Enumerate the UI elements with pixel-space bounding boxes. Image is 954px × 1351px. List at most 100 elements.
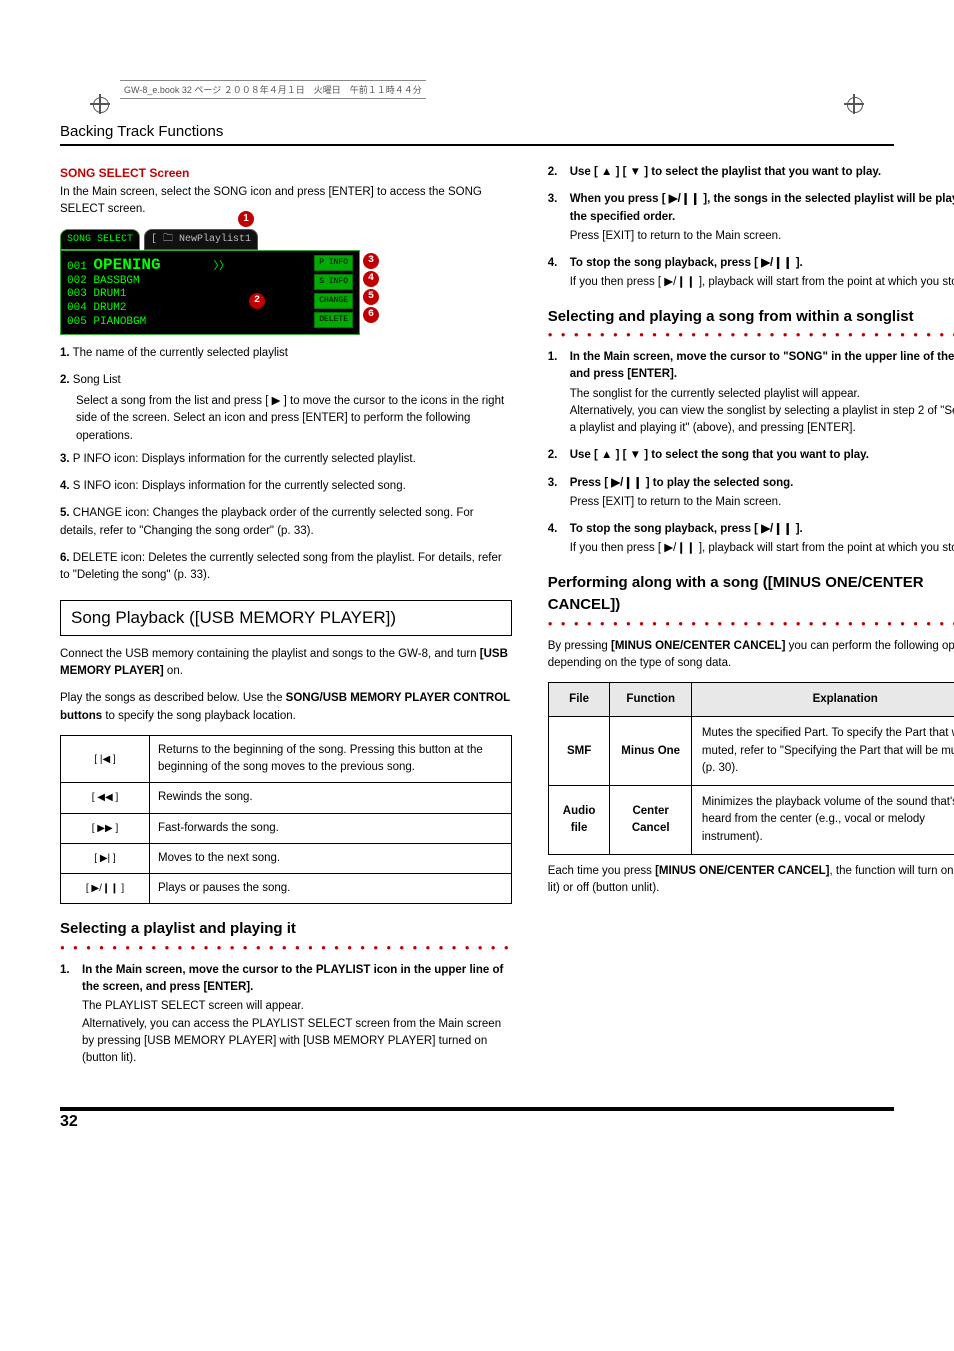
footer-rule [60, 1107, 894, 1111]
ss-side-delete: DELETE [314, 312, 353, 328]
table-row: [ ▶| ] Moves to the next song. [61, 843, 512, 873]
legend-text: S INFO icon: Displays information for th… [73, 480, 406, 492]
table-row: [ ◀◀ ] Rewinds the song. [61, 783, 512, 813]
playback-button-table: [ |◀ ] Returns to the beginning of the s… [60, 735, 512, 905]
button-icon-ff: [ ▶▶ ] [61, 813, 150, 843]
table-header-row: File Function Explanation [548, 683, 954, 717]
legend-num: 1. [60, 347, 70, 359]
ss-row-name: DRUM2 [93, 302, 126, 314]
ss-row-name: OPENING [93, 256, 160, 274]
step-detail: If you then press [ ▶/❙❙ ], playback wil… [570, 274, 954, 291]
legend-text: CHANGE icon: Changes the playback order … [60, 507, 474, 536]
step-lead: In the Main screen, move the cursor to t… [82, 964, 503, 993]
callout-2: 2 [249, 293, 265, 309]
select-playlist-title: Selecting a playlist and playing it [60, 918, 512, 941]
select-song-steps: 1. In the Main screen, move the cursor t… [548, 349, 954, 558]
song-select-intro: In the Main screen, select the SONG icon… [60, 184, 512, 219]
button-icon-next: [ ▶| ] [61, 843, 150, 873]
playback-para1: Connect the USB memory containing the pl… [60, 646, 512, 681]
table-row: SMF Minus One Mutes the specified Part. … [548, 717, 954, 786]
ss-side-pinfo: P INFO [314, 255, 353, 271]
td-file: Audio file [548, 786, 610, 855]
perform-intro: By pressing [MINUS ONE/CENTER CANCEL] yo… [548, 638, 954, 673]
song-select-screenshot: 1 SONG SELECT [ 🗀 NewPlaylist1 001 OPENI… [60, 229, 360, 335]
select-song-title: Selecting and playing a song from within… [548, 306, 954, 329]
step-num: 2. [548, 164, 570, 181]
ss-row-num: 004 [67, 302, 87, 314]
ss-tab-playlist: [ 🗀 NewPlaylist1 [144, 229, 258, 250]
td-func: Center Cancel [610, 786, 691, 855]
th-file: File [548, 683, 610, 717]
step-lead: To stop the song playback, press [ ▶/❙❙ … [570, 523, 803, 535]
button-icon-prev: [ |◀ ] [61, 735, 150, 783]
step-lead: Press [ ▶/❙❙ ] to play the selected song… [570, 477, 794, 489]
dot-rule: ● ● ● ● ● ● ● ● ● ● ● ● ● ● ● ● ● ● ● ● … [548, 329, 954, 341]
step: 4. To stop the song playback, press [ ▶/… [548, 255, 954, 292]
step-lead: In the Main screen, move the cursor to "… [570, 351, 954, 380]
td-expl: Mutes the specified Part. To specify the… [691, 717, 954, 786]
callout-6: 6 [363, 307, 379, 323]
table-row: [ |◀ ] Returns to the beginning of the s… [61, 735, 512, 783]
step-detail: If you then press [ ▶/❙❙ ], playback wil… [570, 540, 954, 557]
step-num: 3. [548, 475, 570, 512]
step-lead: Use [ ▲ ] [ ▼ ] to select the playlist t… [570, 166, 881, 178]
td-func: Minus One [610, 717, 691, 786]
legend-num: 2. [60, 374, 70, 386]
ss-row-num: 003 [67, 288, 87, 300]
legend-text: Song List [73, 374, 121, 386]
page-number: 32 [60, 1113, 100, 1131]
step-num: 1. [60, 962, 82, 1068]
ss-song-list: 001 OPENING 〉〉 002 BASSBGM 003 DRUM1 004… [67, 255, 230, 330]
right-column: 2. Use [ ▲ ] [ ▼ ] to select the playlis… [548, 164, 954, 1077]
select-playlist-steps: 1. In the Main screen, move the cursor t… [60, 962, 512, 1068]
step-num: 4. [548, 521, 570, 558]
playback-title: Song Playback ([USB MEMORY PLAYER]) [60, 600, 512, 636]
dot-rule: ● ● ● ● ● ● ● ● ● ● ● ● ● ● ● ● ● ● ● ● … [60, 942, 512, 954]
step: 3. When you press [ ▶/❙❙ ], the songs in… [548, 191, 954, 245]
callout-4: 4 [363, 271, 379, 287]
ss-row-name: BASSBGM [93, 275, 139, 287]
button-icon-rewind: [ ◀◀ ] [61, 783, 150, 813]
left-column: SONG SELECT Screen In the Main screen, s… [60, 164, 512, 1077]
callout-1: 1 [238, 211, 254, 227]
th-explanation: Explanation [691, 683, 954, 717]
step: 1. In the Main screen, move the cursor t… [60, 962, 512, 1068]
header-meta: GW-8_e.book 32 ページ ２００８年４月１日 火曜日 午前１１時４４… [120, 80, 426, 99]
legend-num: 4. [60, 480, 70, 492]
button-desc: Rewinds the song. [150, 783, 512, 813]
legend-text: DELETE icon: Deletes the currently selec… [60, 552, 502, 581]
legend-num: 3. [60, 453, 70, 465]
step-num: 3. [548, 191, 570, 245]
button-desc: Plays or pauses the song. [150, 874, 512, 904]
ss-row-num: 002 [67, 275, 87, 287]
crop-target-right [844, 94, 864, 114]
step-num: 4. [548, 255, 570, 292]
legend-num: 6. [60, 552, 70, 564]
ss-side-sinfo: S INFO [314, 274, 353, 290]
ss-tab-song-select: SONG SELECT [60, 229, 140, 250]
ss-row-name: PIANOBGM [93, 316, 146, 328]
step-detail: The songlist for the currently selected … [570, 386, 954, 438]
table-row: [ ▶▶ ] Fast-forwards the song. [61, 813, 512, 843]
step: 3. Press [ ▶/❙❙ ] to play the selected s… [548, 475, 954, 512]
crop-target-left [90, 94, 110, 114]
table-row: Audio file Center Cancel Minimizes the p… [548, 786, 954, 855]
step: 4. To stop the song playback, press [ ▶/… [548, 521, 954, 558]
step-lead: When you press [ ▶/❙❙ ], the songs in th… [570, 193, 954, 222]
perform-table: File Function Explanation SMF Minus One … [548, 682, 954, 855]
perform-outro: Each time you press [MINUS ONE/CENTER CA… [548, 863, 954, 898]
legend-list: 1. The name of the currently selected pl… [60, 345, 512, 585]
perform-title: Performing along with a song ([MINUS ONE… [548, 572, 954, 617]
step-lead: Use [ ▲ ] [ ▼ ] to select the song that … [570, 449, 869, 461]
legend-sub: Select a song from the list and press [ … [76, 393, 512, 445]
button-desc: Returns to the beginning of the song. Pr… [150, 735, 512, 783]
table-row: [ ▶/❙❙ ] Plays or pauses the song. [61, 874, 512, 904]
step: 2. Use [ ▲ ] [ ▼ ] to select the playlis… [548, 164, 954, 181]
legend-text: P INFO icon: Displays information for th… [73, 453, 416, 465]
step-detail: Press [EXIT] to return to the Main scree… [570, 228, 954, 245]
td-expl: Minimizes the playback volume of the sou… [691, 786, 954, 855]
step-detail: Press [EXIT] to return to the Main scree… [570, 494, 954, 511]
ss-side-change: CHANGE [314, 293, 353, 309]
button-desc: Fast-forwards the song. [150, 813, 512, 843]
callout-5: 5 [363, 289, 379, 305]
